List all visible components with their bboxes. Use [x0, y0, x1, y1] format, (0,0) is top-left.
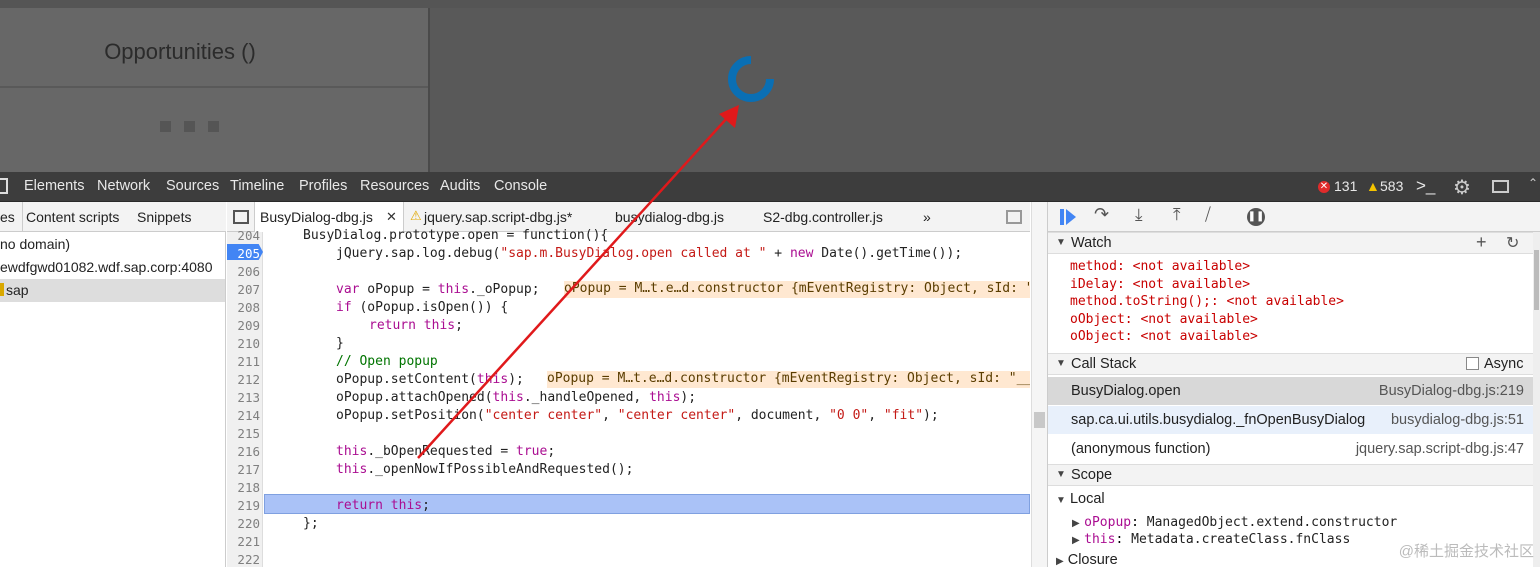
annotation-arrow-icon: [417, 105, 739, 459]
watermark: @稀土掘金技术社区: [1398, 543, 1534, 560]
